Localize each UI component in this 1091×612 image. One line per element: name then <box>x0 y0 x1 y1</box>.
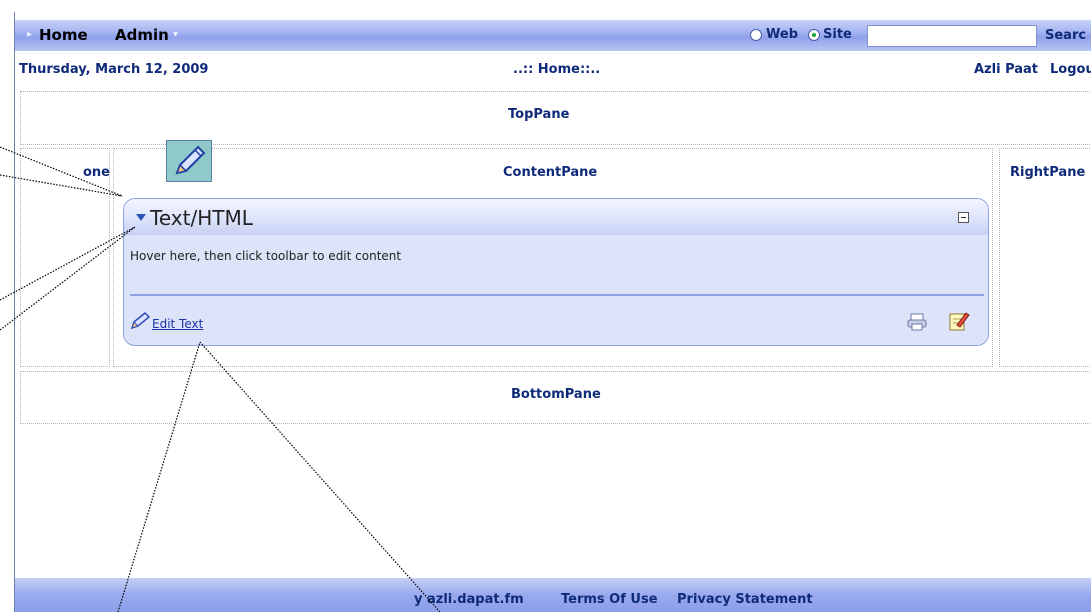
footer-bar: y azli.dapat.fm Terms Of Use Privacy Sta… <box>15 578 1091 612</box>
user-link[interactable]: Azli Paat <box>974 62 1038 77</box>
logout-link[interactable]: Logou <box>1050 62 1091 77</box>
radio-site[interactable] <box>808 29 820 41</box>
print-icon[interactable] <box>906 313 928 331</box>
toolbar-edit-button[interactable] <box>166 140 212 182</box>
minimize-icon[interactable] <box>958 212 969 223</box>
radio-web[interactable] <box>750 29 762 41</box>
module-header: Text/HTML <box>124 199 988 235</box>
right-pane: RightPane <box>999 148 1091 367</box>
content-pane-label: ContentPane <box>503 165 598 180</box>
breadcrumb: ..:: Home::.. <box>513 62 601 77</box>
privacy-link[interactable]: Privacy Statement <box>677 592 813 607</box>
date-label: Thursday, March 12, 2009 <box>19 62 209 77</box>
radio-label-web[interactable]: Web <box>766 27 798 42</box>
pencil-icon[interactable] <box>130 311 152 331</box>
triangle-down-icon[interactable] <box>136 214 146 221</box>
menu-item-home[interactable]: Home <box>39 26 88 44</box>
search-button[interactable]: Searc <box>1045 28 1086 43</box>
edit-note-icon[interactable] <box>948 310 970 332</box>
text-html-module[interactable]: Text/HTML Hover here, then click toolbar… <box>123 198 989 346</box>
edit-text-link[interactable]: Edit Text <box>152 317 203 331</box>
left-pane-label: one <box>83 165 111 180</box>
radio-label-site[interactable]: Site <box>823 27 852 42</box>
bottom-pane-label: BottomPane <box>511 387 601 402</box>
page-frame: ▸ Home Admin ▾ Web Site Searc Thursday, … <box>14 12 1091 612</box>
module-divider <box>130 294 984 296</box>
top-pane: TopPane <box>20 91 1091 145</box>
module-body-text: Hover here, then click toolbar to edit c… <box>130 249 402 263</box>
pencil-icon <box>175 145 206 175</box>
top-pane-label: TopPane <box>508 107 570 122</box>
search-input[interactable] <box>867 25 1037 47</box>
menu-item-admin[interactable]: Admin <box>115 26 169 44</box>
left-pane: one <box>20 148 110 367</box>
footer-copyright: y azli.dapat.fm <box>414 592 524 607</box>
module-title: Text/HTML <box>150 206 253 230</box>
terms-link[interactable]: Terms Of Use <box>561 592 658 607</box>
menu-arrow-icon: ▾ <box>173 29 179 40</box>
menu-arrow-icon: ▸ <box>27 29 33 40</box>
bottom-pane: BottomPane <box>20 371 1091 424</box>
menu-bar: ▸ Home Admin ▾ Web Site Searc <box>15 20 1091 51</box>
right-pane-label: RightPane <box>1010 165 1086 180</box>
